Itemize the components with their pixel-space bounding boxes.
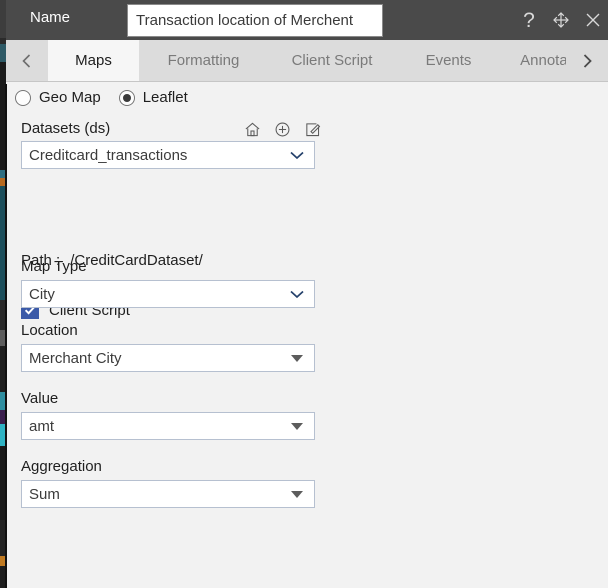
path-value: /CreditCardDataset/ <box>70 252 203 269</box>
tab-client-script-label: Client Script <box>291 52 373 69</box>
help-icon[interactable]: ? <box>518 7 540 33</box>
dialog-titlebar: Name ? <box>6 0 608 40</box>
location-label: Location <box>21 322 78 339</box>
tab-formatting-label: Formatting <box>167 52 240 69</box>
radio-option-geo-map[interactable]: Geo Map <box>15 89 101 106</box>
tab-maps[interactable]: Maps <box>48 40 139 81</box>
value-select-value: amt <box>29 417 55 435</box>
chevron-down-icon <box>280 149 314 161</box>
tabs-scroll-left-button[interactable] <box>6 40 48 81</box>
map-type-select[interactable]: City <box>21 280 315 308</box>
value-select[interactable]: amt <box>21 412 315 440</box>
maps-settings-panel: Geo Map Leaflet Datasets (ds) Creditcard… <box>7 82 608 588</box>
aggregation-label: Aggregation <box>21 458 102 475</box>
aggregation-select[interactable]: Sum <box>21 480 315 508</box>
tab-maps-label: Maps <box>75 52 112 69</box>
datasets-label: Datasets (ds) <box>21 120 111 137</box>
triangle-down-icon <box>280 422 314 430</box>
location-select[interactable]: Merchant City <box>21 344 315 372</box>
chevron-down-icon <box>280 288 314 300</box>
tab-annotation[interactable]: Annotation <box>501 40 566 81</box>
tab-bar: Maps Formatting Client Script Events Ann… <box>6 40 608 82</box>
edit-pencil-icon[interactable] <box>303 120 321 138</box>
tab-annotation-label: Annotation <box>520 52 566 69</box>
radio-option-leaflet[interactable]: Leaflet <box>118 89 188 106</box>
radio-leaflet-circle <box>118 89 135 106</box>
map-type-select-value: City <box>29 285 55 303</box>
datasets-actions <box>243 120 321 138</box>
datasets-select[interactable]: Creditcard_transactions <box>21 141 315 169</box>
name-label: Name <box>30 9 71 26</box>
tabs-scroll-right-button[interactable] <box>566 40 608 81</box>
radio-geo-map-label: Geo Map <box>39 89 101 106</box>
value-label: Value <box>21 390 59 407</box>
aggregation-select-value: Sum <box>29 485 60 503</box>
add-circle-icon[interactable] <box>273 120 291 138</box>
tab-events[interactable]: Events <box>396 40 501 81</box>
triangle-down-icon <box>280 490 314 498</box>
titlebar-actions: ? <box>518 0 604 40</box>
tab-list: Maps Formatting Client Script Events Ann… <box>48 40 566 81</box>
datasets-select-value: Creditcard_transactions <box>29 146 188 164</box>
home-icon[interactable] <box>243 120 261 138</box>
map-engine-radio-group: Geo Map Leaflet <box>15 89 198 106</box>
radio-leaflet-label: Leaflet <box>142 89 188 106</box>
dialog-window: Name ? <box>0 0 608 588</box>
radio-geo-map-circle <box>15 89 31 106</box>
tab-events-label: Events <box>425 52 472 69</box>
tab-client-script[interactable]: Client Script <box>268 40 396 81</box>
close-icon[interactable] <box>582 7 604 33</box>
location-select-value: Merchant City <box>29 349 122 367</box>
map-type-label: Map Type <box>21 258 87 275</box>
move-icon[interactable] <box>550 7 572 33</box>
name-input[interactable] <box>127 4 383 37</box>
tab-formatting[interactable]: Formatting <box>139 40 268 81</box>
triangle-down-icon <box>280 354 314 362</box>
